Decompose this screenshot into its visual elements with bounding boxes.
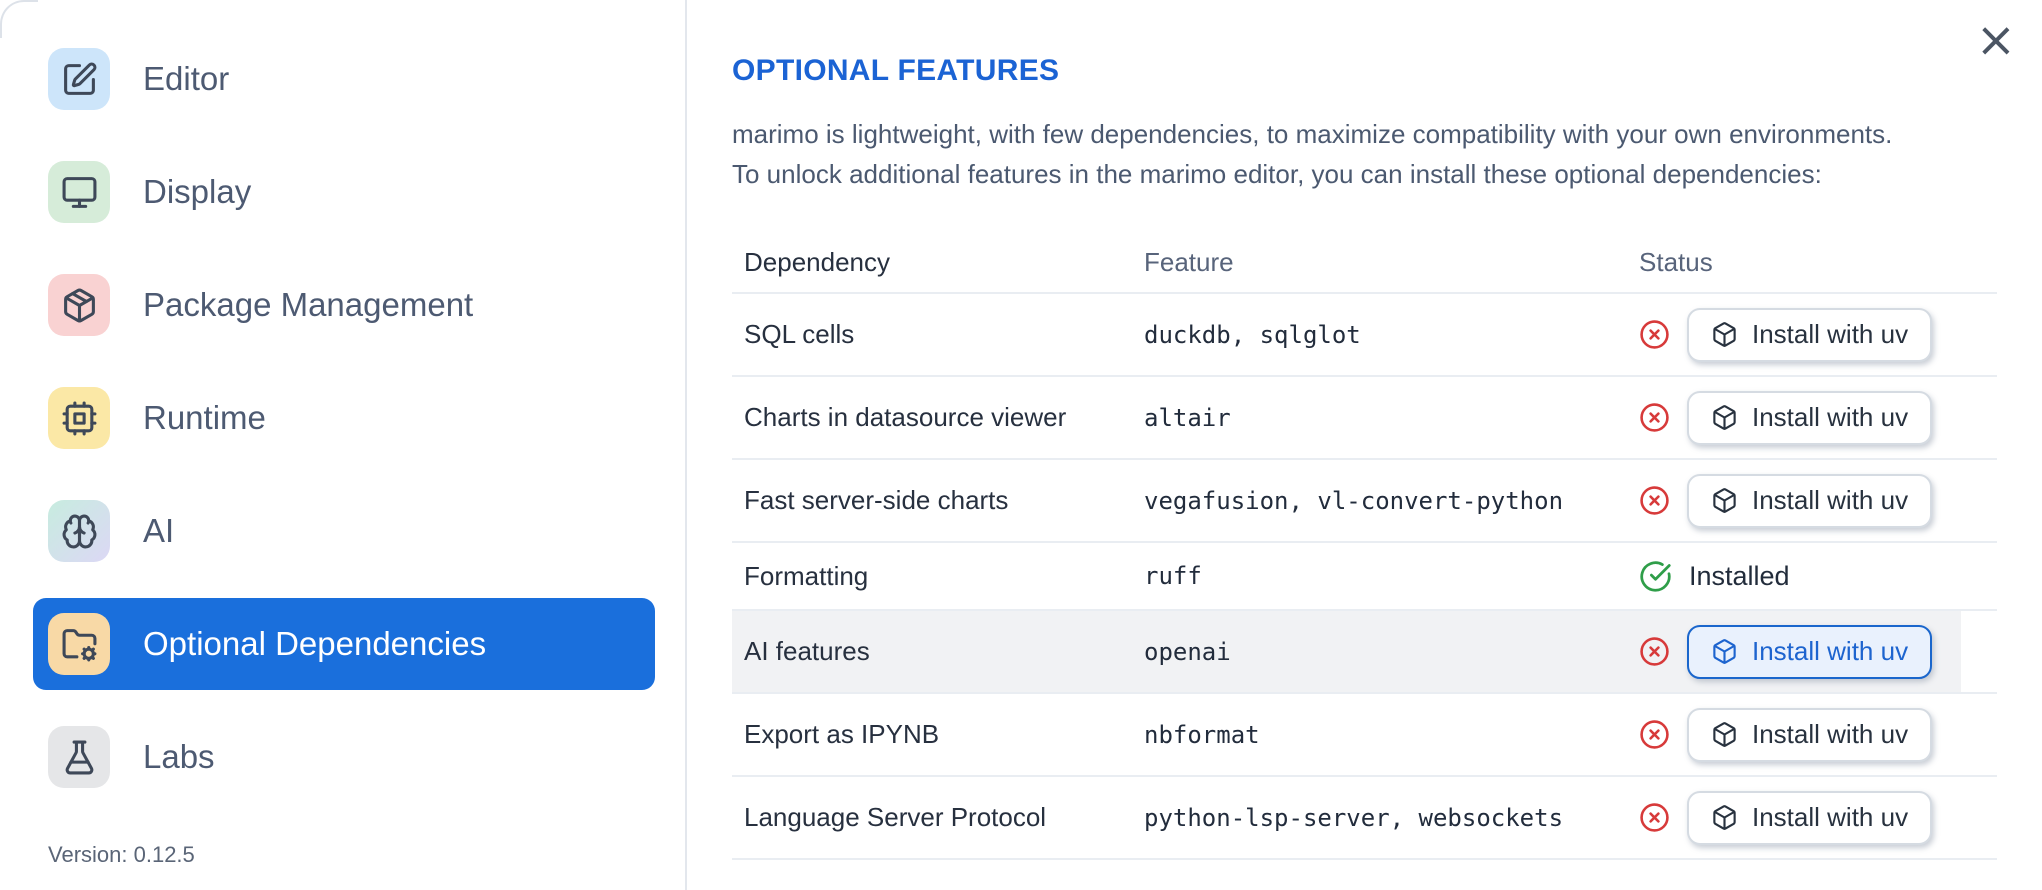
box-icon xyxy=(1713,322,1736,347)
install-with-uv-button[interactable]: Install with uv xyxy=(1687,473,1933,528)
feature-cell: altair xyxy=(1144,403,1231,432)
circle-x-icon xyxy=(1639,402,1670,433)
cpu-icon xyxy=(48,387,110,449)
status-cell: Install with uv xyxy=(1639,624,1997,679)
status-cell: Install with uv xyxy=(1639,473,1997,528)
status-cell: Installed xyxy=(1639,560,1997,593)
dependency-cell: Export as IPYNB xyxy=(744,719,940,749)
table-header-row: Dependency Feature Status xyxy=(732,232,1997,294)
installed-label: Installed xyxy=(1689,560,1790,591)
sidebar-item-label: AI xyxy=(143,512,175,549)
circle-x-icon xyxy=(1639,485,1670,516)
table-body: SQL cells duckdb, sqlglot Install with u… xyxy=(732,294,1997,860)
dependency-cell: Formatting xyxy=(744,560,869,591)
box-icon xyxy=(1713,488,1736,513)
monitor-icon xyxy=(48,161,110,223)
box-icon xyxy=(1713,722,1736,747)
column-header-dependency: Dependency xyxy=(744,246,890,277)
sidebar-item-label: Runtime xyxy=(143,399,266,436)
page-title: OPTIONAL FEATURES xyxy=(732,54,1060,87)
table-row: Formatting ruff Installed xyxy=(732,543,1997,611)
sidebar-item-runtime[interactable]: Runtime xyxy=(33,372,655,464)
optional-features-panel: × OPTIONAL FEATURES marimo is lightweigh… xyxy=(687,0,2042,890)
version-label: Version: 0.12.5 xyxy=(48,842,195,867)
table-row: Charts in datasource viewer altair Insta… xyxy=(732,377,1997,460)
box-icon xyxy=(1713,639,1736,664)
sidebar-item-label: Package Management xyxy=(143,286,474,323)
dependencies-table: Dependency Feature Status SQL cells duck… xyxy=(732,232,1997,860)
feature-cell: ruff xyxy=(1144,562,1202,590)
flask-icon xyxy=(48,726,110,788)
sidebar-item-label: Editor xyxy=(143,60,230,97)
circle-x-icon xyxy=(1639,719,1670,750)
circle-x-icon xyxy=(1639,319,1670,350)
sidebar-item-optional-dependencies[interactable]: Optional Dependencies xyxy=(33,598,655,690)
column-header-feature: Feature xyxy=(1144,246,1234,277)
dependency-cell: SQL cells xyxy=(744,319,855,349)
description-line: marimo is lightweight, with few dependen… xyxy=(732,119,1893,149)
table-row: Language Server Protocol python-lsp-serv… xyxy=(732,777,1997,860)
feature-cell: duckdb, sqlglot xyxy=(1144,320,1361,349)
table-row: AI features openai Install with uv xyxy=(732,611,1997,694)
sidebar-item-package-management[interactable]: Package Management xyxy=(33,259,655,351)
box-icon xyxy=(1713,405,1736,430)
package-icon xyxy=(48,274,110,336)
sidebar-item-label: Display xyxy=(143,173,252,210)
feature-cell: python-lsp-server, websockets xyxy=(1144,803,1564,832)
status-cell: Install with uv xyxy=(1639,390,1997,445)
sidebar-item-display[interactable]: Display xyxy=(33,146,655,238)
install-with-uv-button[interactable]: Install with uv xyxy=(1687,624,1933,679)
feature-cell: openai xyxy=(1144,637,1231,666)
status-cell: Install with uv xyxy=(1639,707,1997,762)
install-with-uv-button[interactable]: Install with uv xyxy=(1687,707,1933,762)
close-icon[interactable]: × xyxy=(1976,16,2016,64)
column-header-status: Status xyxy=(1639,246,1713,277)
square-pen-icon xyxy=(48,48,110,110)
description-line: To unlock additional features in the mar… xyxy=(732,159,1822,189)
settings-dialog: Editor Display Package Management Runtim… xyxy=(0,0,2042,890)
install-with-uv-button[interactable]: Install with uv xyxy=(1687,390,1933,445)
table-row: SQL cells duckdb, sqlglot Install with u… xyxy=(732,294,1997,377)
install-with-uv-button[interactable]: Install with uv xyxy=(1687,307,1933,362)
install-with-uv-button[interactable]: Install with uv xyxy=(1687,790,1933,845)
circle-x-icon xyxy=(1639,802,1670,833)
status-cell: Install with uv xyxy=(1639,307,1997,362)
feature-cell: nbformat xyxy=(1144,720,1260,749)
table-row: Export as IPYNB nbformat Install with uv xyxy=(732,694,1997,777)
sidebar-item-labs[interactable]: Labs xyxy=(33,711,655,803)
table-row: Fast server-side charts vegafusion, vl-c… xyxy=(732,460,1997,543)
sidebar-item-label: Optional Dependencies xyxy=(143,625,487,662)
box-icon xyxy=(1713,805,1736,830)
dependency-cell: Charts in datasource viewer xyxy=(744,402,1067,432)
dependency-cell: AI features xyxy=(744,636,870,666)
panel-description: marimo is lightweight, with few dependen… xyxy=(732,114,1997,194)
folder-cog-icon xyxy=(48,613,110,675)
circle-x-icon xyxy=(1639,636,1670,667)
dependency-cell: Fast server-side charts xyxy=(744,485,1009,515)
brain-icon xyxy=(48,500,110,562)
settings-sidebar: Editor Display Package Management Runtim… xyxy=(0,0,687,890)
feature-cell: vegafusion, vl-convert-python xyxy=(1144,486,1564,515)
status-cell: Install with uv xyxy=(1639,790,1997,845)
sidebar-item-ai[interactable]: AI xyxy=(33,485,655,577)
dependency-cell: Language Server Protocol xyxy=(744,802,1047,832)
sidebar-item-label: Labs xyxy=(143,738,215,775)
sidebar-item-editor[interactable]: Editor xyxy=(33,33,655,125)
circle-check-icon xyxy=(1639,560,1672,593)
